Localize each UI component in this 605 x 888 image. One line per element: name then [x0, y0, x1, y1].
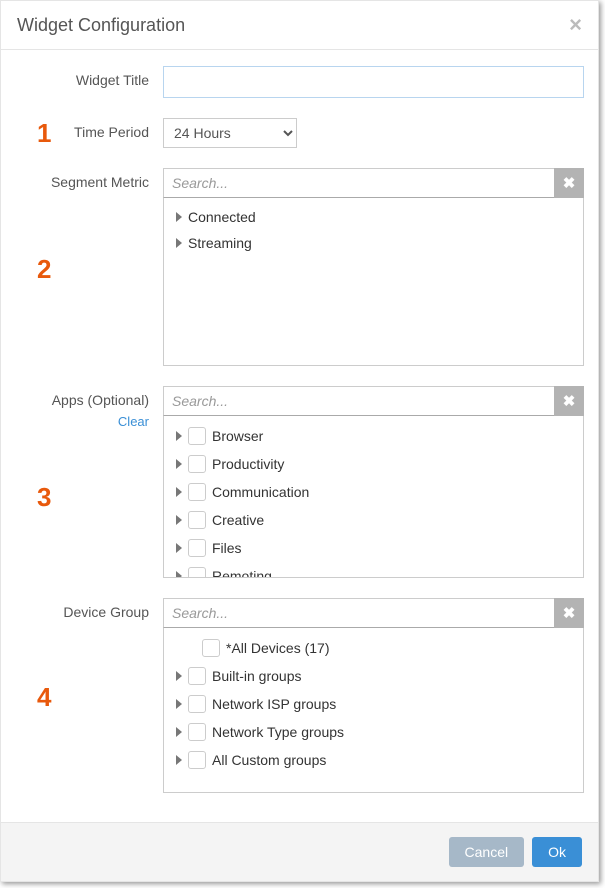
step-number-4: 4: [37, 682, 51, 713]
caret-icon[interactable]: [176, 212, 182, 222]
caret-spacer: [190, 643, 196, 653]
label-widget-title: Widget Title: [11, 66, 163, 88]
tree-item-connected[interactable]: Connected: [168, 204, 579, 230]
label-time-period: Time Period: [74, 124, 149, 140]
tree-item-all-devices[interactable]: *All Devices (17): [168, 634, 579, 662]
caret-icon[interactable]: [176, 487, 182, 497]
row-device-group: Device Group 4 ✖ *All Devices (17): [11, 598, 584, 793]
tree-item-communication[interactable]: Communication: [168, 478, 579, 506]
close-icon[interactable]: ×: [569, 14, 582, 36]
checkbox[interactable]: [188, 751, 206, 769]
tree-item-productivity[interactable]: Productivity: [168, 450, 579, 478]
row-segment-metric: Segment Metric 2 ✖ Connected Streaming: [11, 168, 584, 366]
device-search-input[interactable]: [163, 598, 584, 628]
row-apps: Apps (Optional) Clear 3 ✖ Browser: [11, 386, 584, 578]
dialog-footer: Cancel Ok: [1, 822, 598, 881]
time-period-select[interactable]: 24 Hours: [163, 118, 297, 148]
segment-metric-tree: Connected Streaming: [163, 198, 584, 366]
caret-icon[interactable]: [176, 699, 182, 709]
checkbox[interactable]: [188, 427, 206, 445]
step-number-2: 2: [37, 254, 51, 285]
tree-item-isp-groups[interactable]: Network ISP groups: [168, 690, 579, 718]
device-group-tree: *All Devices (17) Built-in groups Networ…: [163, 628, 584, 793]
label-apps: Apps (Optional): [52, 392, 149, 408]
caret-icon[interactable]: [176, 515, 182, 525]
apps-clear-link[interactable]: Clear: [11, 414, 149, 429]
tree-item-custom-groups[interactable]: All Custom groups: [168, 746, 579, 774]
row-widget-title: Widget Title: [11, 66, 584, 98]
tree-item-browser[interactable]: Browser: [168, 422, 579, 450]
segment-search-input[interactable]: [163, 168, 584, 198]
tree-item-files[interactable]: Files: [168, 534, 579, 562]
segment-search-clear-icon[interactable]: ✖: [554, 168, 584, 198]
dialog-title: Widget Configuration: [17, 15, 185, 36]
caret-icon[interactable]: [176, 543, 182, 553]
checkbox[interactable]: [188, 723, 206, 741]
checkbox[interactable]: [188, 511, 206, 529]
dialog-body: Widget Title 1 Time Period 24 Hours Segm…: [1, 50, 598, 822]
caret-icon[interactable]: [176, 571, 182, 578]
ok-button[interactable]: Ok: [532, 837, 582, 867]
widget-config-dialog: Widget Configuration × Widget Title 1 Ti…: [0, 0, 599, 882]
tree-item-creative[interactable]: Creative: [168, 506, 579, 534]
checkbox[interactable]: [188, 567, 206, 578]
caret-icon[interactable]: [176, 238, 182, 248]
caret-icon[interactable]: [176, 727, 182, 737]
cancel-button[interactable]: Cancel: [449, 837, 525, 867]
row-time-period: 1 Time Period 24 Hours: [11, 118, 584, 148]
checkbox[interactable]: [188, 483, 206, 501]
caret-icon[interactable]: [176, 755, 182, 765]
tree-item-builtin-groups[interactable]: Built-in groups: [168, 662, 579, 690]
checkbox[interactable]: [188, 455, 206, 473]
checkbox[interactable]: [188, 667, 206, 685]
tree-item-network-type-groups[interactable]: Network Type groups: [168, 718, 579, 746]
tree-item-streaming[interactable]: Streaming: [168, 230, 579, 256]
caret-icon[interactable]: [176, 431, 182, 441]
step-number-3: 3: [37, 482, 51, 513]
caret-icon[interactable]: [176, 671, 182, 681]
label-segment-metric: Segment Metric: [51, 174, 149, 190]
dialog-header: Widget Configuration ×: [1, 1, 598, 50]
tree-item-remoting[interactable]: Remoting: [168, 562, 579, 578]
checkbox[interactable]: [188, 695, 206, 713]
checkbox[interactable]: [188, 539, 206, 557]
label-device-group: Device Group: [63, 604, 149, 620]
widget-title-input[interactable]: [163, 66, 584, 98]
apps-tree[interactable]: Browser Productivity Communication: [163, 416, 584, 578]
checkbox[interactable]: [202, 639, 220, 657]
device-search-clear-icon[interactable]: ✖: [554, 598, 584, 628]
apps-search-input[interactable]: [163, 386, 584, 416]
step-number-1: 1: [37, 118, 51, 149]
apps-search-clear-icon[interactable]: ✖: [554, 386, 584, 416]
caret-icon[interactable]: [176, 459, 182, 469]
